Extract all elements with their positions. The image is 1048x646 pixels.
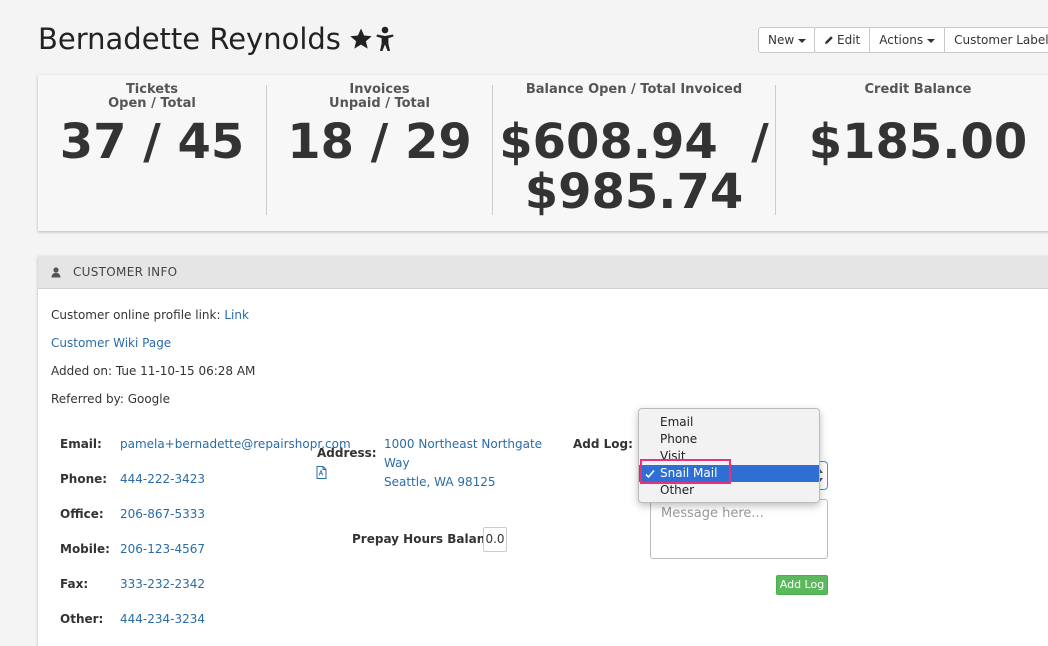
caret-down-icon (798, 38, 807, 43)
stat-sublabel: Unpaid / Total (329, 96, 430, 111)
profile-link-label: Customer online profile link: (51, 308, 221, 322)
person-icon (376, 26, 394, 51)
actions-button-label: Actions (879, 33, 924, 47)
customer-labels-button[interactable]: Customer Labels (945, 27, 1048, 53)
customer-name-heading: Bernadette Reynolds (38, 22, 395, 56)
phone-label: Phone: (60, 472, 108, 486)
address-label: Address: (317, 446, 377, 460)
stat-value: 37 / 45 (59, 114, 245, 170)
stat-invoices: Invoices Unpaid / Total 18 / 29 (267, 75, 492, 231)
stat-balance: Balance Open / Total Invoiced $608.94 / … (493, 75, 775, 231)
new-button[interactable]: New (758, 27, 817, 53)
stat-label: Credit Balance (864, 82, 972, 97)
user-icon (51, 266, 61, 277)
log-option-email[interactable]: Email (639, 414, 819, 431)
stat-credit: Credit Balance $185.00 (776, 75, 1048, 231)
stat-value-2: $985.74 (524, 164, 744, 220)
address-line3[interactable]: Seattle, WA 98125 (384, 475, 496, 489)
stat-value: 18 / 29 (287, 114, 472, 170)
log-type-dropdown[interactable]: Email Phone Visit Snail Mail Other (638, 408, 820, 503)
actions-button[interactable]: Actions (870, 27, 946, 53)
toolbar-group: Edit Actions Customer Labels (814, 27, 1048, 53)
prepay-hours-field[interactable]: 0.0 (483, 527, 507, 552)
stats-panel: Tickets Open / Total 37 / 45 Invoices Unpa… (38, 75, 1048, 231)
pdf-icon[interactable] (316, 466, 327, 479)
added-on-text: Added on: Tue 11-10-15 06:28 AM (51, 364, 256, 378)
office-link[interactable]: 206-867-5333 (120, 507, 205, 521)
customer-labels-label: Customer Labels (954, 33, 1048, 47)
phone-link[interactable]: 444-222-3423 (120, 472, 205, 486)
address-line1[interactable]: 1000 Northeast Northgate (384, 437, 542, 451)
stat-label: Tickets (125, 82, 179, 97)
new-button-label: New (768, 33, 795, 47)
selection-highlight (640, 459, 731, 484)
other-link[interactable]: 444-234-3234 (120, 612, 205, 626)
referred-by-text: Referred by: Google (51, 392, 171, 406)
address-line2[interactable]: Way (384, 456, 410, 470)
stat-value: $185.00 (808, 114, 1028, 170)
mobile-label: Mobile: (60, 542, 110, 556)
caret-down-icon (927, 38, 936, 43)
stat-tickets: Tickets Open / Total 37 / 45 (38, 75, 266, 231)
office-label: Office: (60, 507, 104, 521)
edit-button-label: Edit (837, 33, 861, 47)
panel-title: CUSTOMER INFO (73, 265, 178, 279)
fax-link[interactable]: 333-232-2342 (120, 577, 205, 591)
add-log-label: Add Log: (573, 437, 633, 451)
stat-sublabel: Open / Total (108, 96, 196, 111)
mobile-link[interactable]: 206-123-4567 (120, 542, 205, 556)
add-log-button[interactable]: Add Log (776, 575, 828, 595)
log-message-input[interactable]: Message here... (650, 499, 828, 559)
panel-header[interactable]: CUSTOMER INFO (38, 256, 1048, 289)
fax-label: Fax: (60, 577, 89, 591)
profile-link-row: Customer online profile link: Link (51, 308, 249, 322)
pencil-icon (825, 36, 833, 44)
edit-button[interactable]: Edit (814, 27, 871, 53)
email-label: Email: (60, 437, 102, 451)
other-label: Other: (60, 612, 104, 626)
star-icon (350, 28, 372, 49)
profile-link[interactable]: Link (224, 308, 249, 322)
log-option-other[interactable]: Other (639, 482, 819, 499)
stat-label: Invoices (349, 82, 410, 97)
log-option-phone[interactable]: Phone (639, 431, 819, 448)
customer-wiki-link[interactable]: Customer Wiki Page (51, 336, 171, 350)
stat-label: Balance Open / Total Invoiced (525, 82, 743, 97)
stat-value: $608.94 / (499, 114, 769, 170)
page-title: Bernadette Reynolds (38, 22, 341, 56)
